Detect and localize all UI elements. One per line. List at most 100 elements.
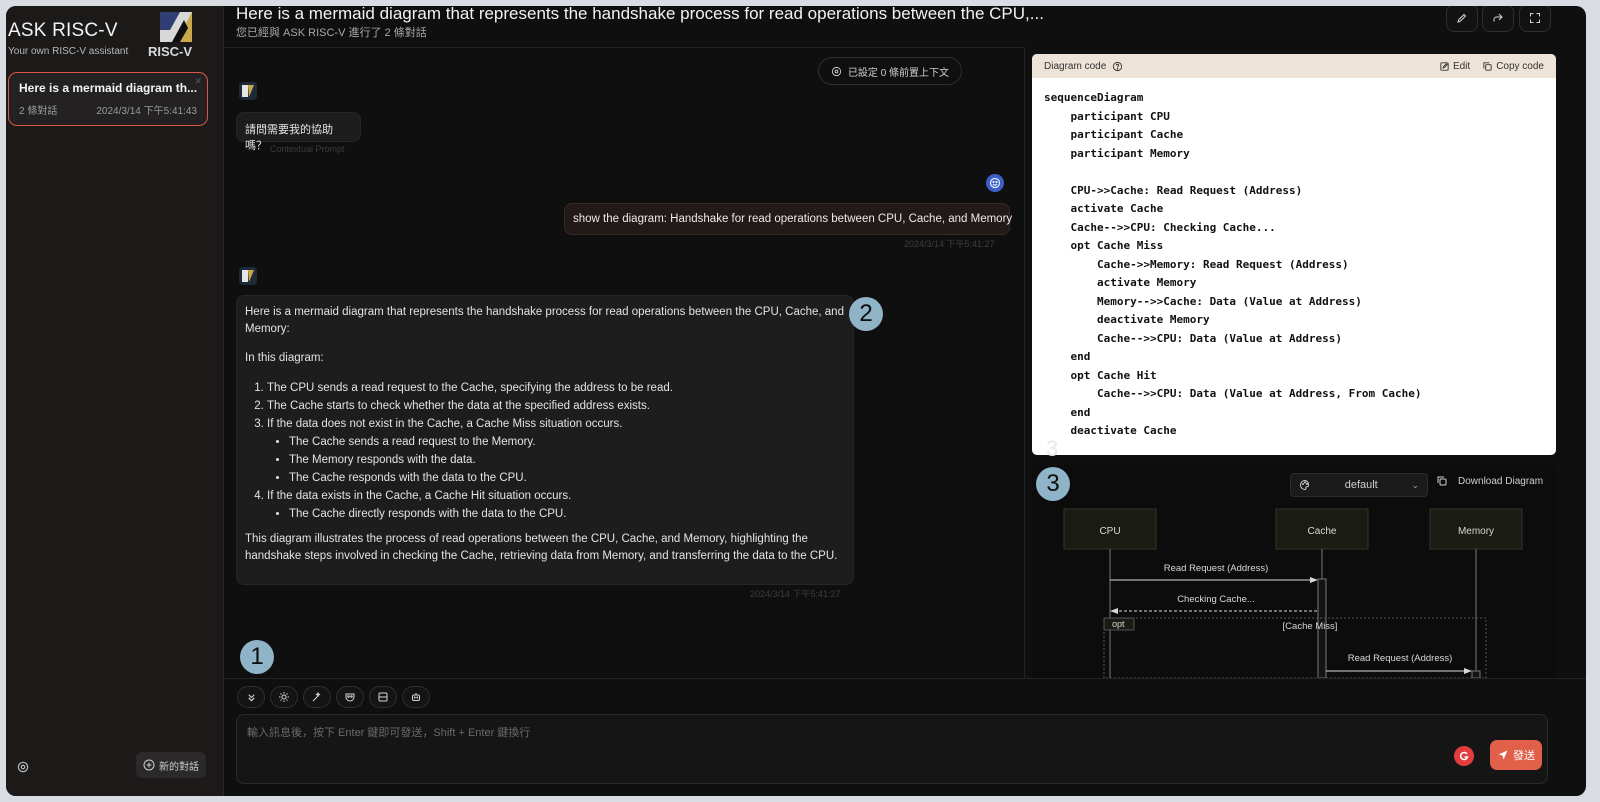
participant-cache: Cache <box>1308 526 1337 537</box>
settings-button[interactable] <box>12 756 34 778</box>
bot-greeting-bubble: 請問需要我的協助嗎？ <box>236 112 361 152</box>
reply-substep: The Memory responds with the data. <box>289 451 845 469</box>
input-divider <box>224 678 1586 679</box>
reply-steps: The CPU sends a read request to the Cach… <box>245 379 845 523</box>
reply-substeps: The Cache sends a read request to the Me… <box>267 433 845 487</box>
user-avatar <box>986 174 1004 192</box>
download-label: Download Diagram <box>1458 475 1544 487</box>
new-chat-button[interactable]: 新的對話 <box>136 752 206 778</box>
reply-step: If the data exists in the Cache, a Cache… <box>267 487 845 523</box>
participant-cpu: CPU <box>1099 526 1120 537</box>
bot-avatar <box>239 82 257 100</box>
palette-icon <box>1300 479 1310 491</box>
model-button[interactable] <box>402 686 430 708</box>
opt-condition: [Cache Miss] <box>1283 621 1338 632</box>
lifeline-cpu: CPU <box>1063 508 1157 678</box>
risc-v-logo: RISC-V <box>148 12 192 59</box>
rename-button[interactable] <box>1446 6 1478 32</box>
edit-code-button[interactable]: Edit <box>1439 61 1470 72</box>
download-diagram-button[interactable]: Download Diagram <box>1436 475 1543 487</box>
pencil-icon <box>1457 13 1467 23</box>
message-label: Checking Cache... <box>1177 594 1255 605</box>
chevron-down-icon: ⌄ <box>1411 479 1419 490</box>
gear-icon <box>17 761 29 773</box>
theme-button[interactable] <box>270 686 298 708</box>
user-message-bubble: show the diagram: Handshake for read ope… <box>564 203 1012 235</box>
fullscreen-button[interactable] <box>1519 6 1551 32</box>
annotation-text-3: 3 <box>1046 436 1059 461</box>
edit-label: Edit <box>1452 60 1471 72</box>
code-card-title: Diagram code <box>1044 60 1107 72</box>
opt-block: opt [Cache Miss] <box>1103 617 1487 678</box>
send-icon <box>1498 750 1508 760</box>
grammar-button[interactable] <box>1454 746 1474 766</box>
mask-button[interactable] <box>336 686 364 708</box>
bot-reply-bubble: Here is a mermaid diagram that represent… <box>236 295 854 585</box>
annotation-badge-2: 2 <box>849 297 883 331</box>
send-label: 發送 <box>1513 750 1535 762</box>
contextual-prompt-label: Contextual Prompt <box>270 144 345 154</box>
grammarly-icon <box>1459 751 1469 761</box>
brand-title: ASK RISC-V <box>8 20 118 41</box>
prompt-icon <box>831 66 842 76</box>
share-button[interactable] <box>1482 6 1514 32</box>
prompt-button[interactable] <box>303 686 331 708</box>
message-read-request: Read Request (Address) <box>1110 563 1318 583</box>
theme-value: default <box>1344 479 1378 491</box>
help-icon[interactable] <box>1112 61 1123 72</box>
chat-input[interactable] <box>236 714 1548 784</box>
clear-context-button[interactable] <box>369 686 397 708</box>
mask-icon <box>345 693 355 702</box>
opt-label: opt <box>1112 619 1125 629</box>
context-prompt-pill[interactable]: 已設定 0 條前置上下文 <box>818 57 962 85</box>
edit-icon <box>1440 61 1449 71</box>
chat-list-item[interactable]: Here is a mermaid diagram th... 2 條對話 20… <box>8 72 208 126</box>
participant-memory: Memory <box>1458 526 1494 537</box>
user-message-timestamp: 2024/3/14 下午5:41:27 <box>904 239 995 249</box>
app-window: ASK RISC-V Your own RISC-V assistant RIS… <box>6 6 1586 796</box>
diagram-preview: CPU Cache Memory Read Request (Address) <box>1032 465 1556 678</box>
copy-icon <box>1483 61 1492 71</box>
smile-icon <box>989 177 1001 189</box>
header-divider <box>224 47 1024 48</box>
chat-title: Here is a mermaid diagram that represent… <box>236 6 1044 23</box>
reply-step-text: If the data does not exist in the Cache,… <box>267 418 623 430</box>
magic-wand-icon <box>312 691 321 702</box>
share-icon <box>1493 13 1503 22</box>
annotation-badge-1: 1 <box>240 640 274 674</box>
chat-item-timestamp: 2024/3/14 下午5:41:43 <box>96 106 197 117</box>
reply-step: If the data does not exist in the Cache,… <box>267 415 845 487</box>
expand-icon <box>1530 13 1540 23</box>
code-card-header: Diagram code Edit Copy code <box>1032 54 1556 78</box>
chat-item-meta: 2 條對話 2024/3/14 下午5:41:43 <box>19 102 197 117</box>
message-read-request-memory: Read Request (Address) <box>1326 653 1472 674</box>
reply-in-this: In this diagram: <box>245 352 324 364</box>
reply-substep: The Cache responds with the data to the … <box>289 469 845 487</box>
break-icon <box>378 692 388 702</box>
sidebar: ASK RISC-V Your own RISC-V assistant RIS… <box>6 6 224 796</box>
copy-code-button[interactable]: Copy code <box>1482 61 1544 72</box>
copy-icon <box>1437 476 1447 486</box>
message-label: Read Request (Address) <box>1164 563 1269 574</box>
send-button[interactable]: 發送 <box>1490 740 1542 770</box>
bot-reply-timestamp: 2024/3/14 下午5:41:27 <box>750 589 841 599</box>
reply-step: The Cache starts to check whether the da… <box>267 397 845 415</box>
new-chat-label: 新的對話 <box>159 761 199 773</box>
context-pill-label: 已設定 0 條前置上下文 <box>847 67 950 79</box>
reply-intro: Here is a mermaid diagram that represent… <box>245 306 844 335</box>
message-checking-cache: Checking Cache... <box>1110 594 1318 614</box>
diagram-side-panel: Diagram code Edit Copy code sequenceDiag… <box>1024 47 1586 678</box>
scroll-bottom-button[interactable] <box>237 686 265 708</box>
chevrons-down-icon <box>247 693 255 702</box>
plus-circle-icon <box>143 759 155 771</box>
chat-subtitle: 您已經與 ASK RISC-V 進行了 2 條對話 <box>236 27 427 39</box>
reply-summary: This diagram illustrates the process of … <box>245 533 838 562</box>
diagram-code-card: Diagram code Edit Copy code sequenceDiag… <box>1032 54 1556 455</box>
bot-avatar <box>239 267 257 285</box>
reply-substep: The Cache directly responds with the dat… <box>289 505 845 523</box>
brand-subtitle: Your own RISC-V assistant <box>8 46 129 57</box>
reply-step-text: If the data exists in the Cache, a Cache… <box>267 490 572 502</box>
theme-select[interactable]: default ⌄ <box>1290 473 1428 497</box>
chat-item-count: 2 條對話 <box>19 106 58 117</box>
close-icon[interactable]: ✕ <box>194 76 202 87</box>
